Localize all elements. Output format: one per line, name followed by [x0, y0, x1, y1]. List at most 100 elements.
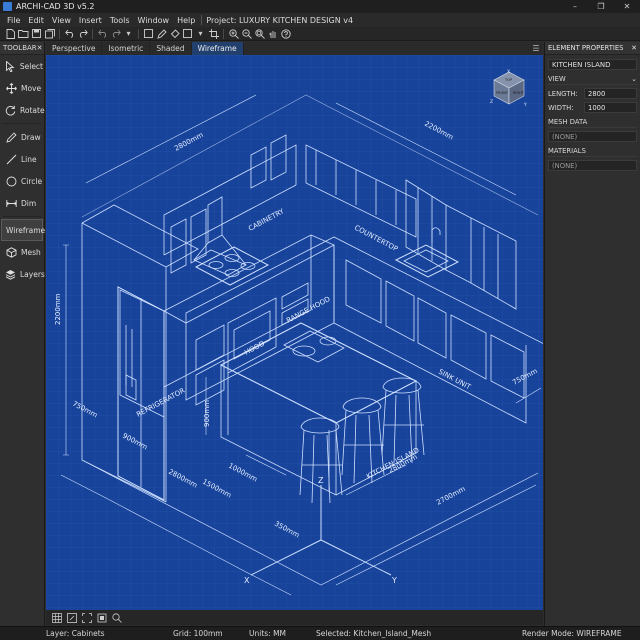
close-window-button[interactable]: ✕	[614, 0, 640, 13]
status-render-mode: Render Mode: WIREFRAME	[522, 629, 622, 638]
properties-close-button[interactable]: ✕	[631, 44, 637, 52]
edit-pencil-icon[interactable]	[155, 28, 168, 40]
status-selected: Selected: Kitchen_Island_Mesh	[316, 629, 432, 638]
length-input[interactable]: 2800	[584, 88, 637, 99]
mesh-data-value[interactable]: (NONE)	[548, 131, 637, 142]
navcube-top: TOP	[504, 78, 512, 82]
tool-move-label: Move	[21, 83, 42, 93]
tool-dim[interactable]: Dim	[1, 192, 43, 214]
tool-select[interactable]: Select	[1, 55, 43, 77]
tool-draw-label: Draw	[21, 132, 41, 142]
menu-divider	[201, 15, 203, 25]
project-title: Project: LUXURY KITCHEN DESIGN v4	[206, 15, 354, 25]
tool-line[interactable]: Line	[1, 148, 43, 170]
status-grid: Grid: 100mm	[173, 629, 223, 638]
help-icon[interactable]	[279, 28, 292, 40]
pan-hand-icon[interactable]	[266, 28, 279, 40]
fit-view-icon[interactable]	[80, 612, 94, 624]
menu-view[interactable]: View	[48, 16, 75, 25]
tab-perspective[interactable]: Perspective	[46, 42, 103, 55]
width-input[interactable]: 1000	[584, 102, 637, 113]
pan-icon[interactable]	[95, 612, 109, 624]
mesh-icon	[5, 246, 17, 258]
toolbox-divider	[3, 123, 41, 124]
navigation-cube[interactable]: TOP FRONT RIGHT Z X Y	[490, 69, 528, 107]
wireframe-drawing: CABINETRY COUNTERTOP HOOD RANGE HOOD REF…	[46, 55, 543, 610]
tab-isometric[interactable]: Isometric	[102, 42, 151, 55]
history-forward-icon[interactable]	[109, 28, 122, 40]
tool-line-label: Line	[21, 154, 37, 164]
view-section-header[interactable]: VIEW ⌄	[548, 75, 637, 85]
tool-layers[interactable]: Layers	[1, 263, 45, 285]
open-folder-icon[interactable]	[17, 28, 30, 40]
navcube-axis-y: Y	[523, 102, 527, 107]
select-rect-icon[interactable]	[142, 28, 155, 40]
length-row: LENGTH: 2800	[548, 88, 637, 99]
pencil-icon	[5, 131, 17, 143]
menu-tools[interactable]: Tools	[106, 16, 134, 25]
undo-icon[interactable]	[63, 28, 76, 40]
viewport-toolbar	[46, 610, 543, 625]
view-section-label: VIEW	[548, 75, 566, 83]
chevron-down-icon: ⌄	[631, 75, 637, 83]
toolbox-panel: TOOLBAR ✕ Select Move Rotate Draw Line C…	[0, 42, 45, 626]
history-dropdown-icon[interactable]: ▾	[122, 28, 135, 40]
properties-title: ELEMENT PROPERTIES	[548, 44, 624, 52]
menu-window[interactable]: Window	[134, 16, 174, 25]
width-label: WIDTH:	[548, 103, 574, 112]
tab-menu-icon[interactable]: ☰	[529, 42, 543, 55]
width-row: WIDTH: 1000	[548, 102, 637, 113]
grid-icon[interactable]	[50, 612, 64, 624]
save-all-icon[interactable]	[43, 28, 56, 40]
tool-mesh-label: Mesh	[21, 247, 41, 257]
toolbox-close-button[interactable]: ✕	[37, 44, 43, 52]
history-back-icon[interactable]	[96, 28, 109, 40]
minimize-button[interactable]: –	[562, 0, 588, 13]
redo-icon[interactable]	[76, 28, 89, 40]
tab-wireframe[interactable]: Wireframe	[191, 42, 244, 55]
3d-viewport[interactable]: CABINETRY COUNTERTOP HOOD RANGE HOOD REF…	[46, 55, 543, 610]
element-properties-panel: ELEMENT PROPERTIES ✕ KITCHEN ISLAND VIEW…	[544, 42, 640, 626]
tab-shaded[interactable]: Shaded	[150, 42, 192, 55]
zoom-fit-icon[interactable]	[253, 28, 266, 40]
mesh-data-section-header[interactable]: MESH DATA	[548, 118, 637, 128]
element-name-field[interactable]: KITCHEN ISLAND	[548, 59, 637, 70]
zoom-icon[interactable]	[110, 612, 124, 624]
materials-section-header[interactable]: MATERIALS	[548, 147, 637, 157]
dim-island-height: 900mm	[203, 400, 211, 427]
shape-square-icon[interactable]	[181, 28, 194, 40]
app-logo-icon	[3, 2, 12, 11]
rotate-icon	[5, 104, 16, 116]
paint-bucket-icon[interactable]	[168, 28, 181, 40]
toolbar-divider	[223, 28, 224, 39]
main-toolbar: ▾ ▾	[0, 27, 640, 41]
tool-draw[interactable]: Draw	[1, 126, 43, 148]
snap-icon[interactable]	[65, 612, 79, 624]
tool-move[interactable]: Move	[1, 77, 43, 99]
toolbar-divider	[92, 28, 93, 39]
tool-circle-label: Circle	[21, 176, 43, 186]
save-icon[interactable]	[30, 28, 43, 40]
tool-rotate[interactable]: Rotate	[1, 99, 45, 121]
zoom-out-icon[interactable]	[240, 28, 253, 40]
shape-dropdown-icon[interactable]: ▾	[194, 28, 207, 40]
new-file-icon[interactable]	[4, 28, 17, 40]
menu-file[interactable]: File	[3, 16, 24, 25]
tool-wireframe[interactable]: Wireframe	[1, 219, 45, 241]
zoom-in-icon[interactable]	[227, 28, 240, 40]
cursor-arrow-icon	[5, 60, 16, 72]
dim-height-left: 2200mm	[54, 293, 62, 325]
axis-x-label: X	[244, 576, 250, 585]
menu-edit[interactable]: Edit	[24, 16, 48, 25]
menu-help[interactable]: Help	[173, 16, 199, 25]
maximize-button[interactable]: ❐	[588, 0, 614, 13]
crop-icon[interactable]	[207, 28, 220, 40]
status-bar: Layer: Cabinets Grid: 100mm Units: MM Se…	[0, 626, 640, 640]
tool-rotate-label: Rotate	[20, 105, 45, 115]
menu-insert[interactable]: Insert	[75, 16, 106, 25]
tool-layers-label: Layers	[20, 269, 45, 279]
materials-value[interactable]: (NONE)	[548, 160, 637, 171]
move-arrows-icon	[5, 82, 17, 94]
tool-circle[interactable]: Circle	[1, 170, 43, 192]
tool-mesh[interactable]: Mesh	[1, 241, 43, 263]
